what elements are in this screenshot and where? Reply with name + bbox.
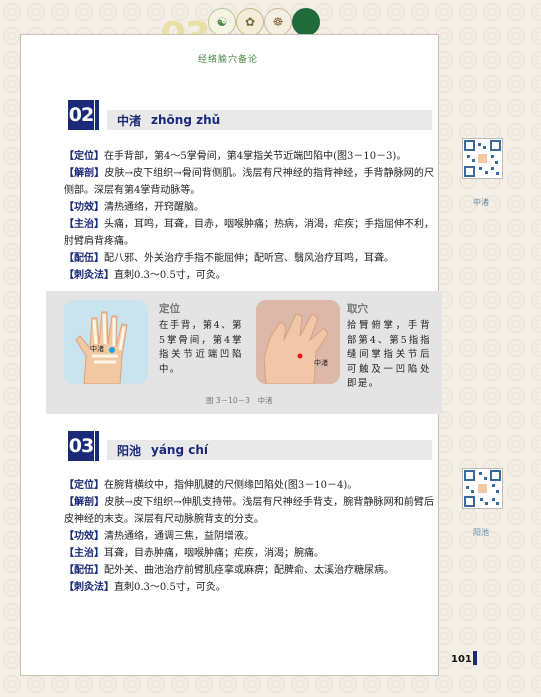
- entry-anatomy: 【解剖】皮肤→皮下组织→伸肌支持带。浅层有尺神经手背支，腕背静脉网和前臂后皮神经…: [64, 497, 434, 525]
- qr-code[interactable]: [462, 138, 503, 179]
- entry-effect: 【功效】清热通络，开窍醒脑。: [64, 202, 204, 213]
- acupoint-pinyin: zhōng zhǔ: [151, 113, 221, 127]
- point-marker-label: 中渚: [314, 359, 328, 367]
- hand-skeleton-illustration: 中渚: [64, 300, 148, 384]
- page-number-bar: [473, 651, 477, 665]
- herb-icon: ✿: [236, 8, 264, 36]
- qr-code[interactable]: [462, 468, 503, 509]
- hand-photo-illustration: 中渚: [256, 300, 340, 384]
- entry-location: 【定位】在腕背横纹中，指伸肌腱的尺侧缘凹陷处(图3－10－4)。: [64, 480, 358, 491]
- acupoint-name: 阳池: [117, 443, 142, 458]
- entry-combination: 【配伍】配外关、曲池治疗前臂肌痉挛或麻痹；配脾俞、太溪治疗糖尿病。: [64, 565, 394, 576]
- figure-panel: 中渚 定位 在手背，第4、第5掌骨间，第4掌指关节近端凹陷中。 中渚 取穴 拾臂…: [46, 291, 442, 414]
- header-title: 经络腧穴备论: [198, 55, 259, 65]
- acupoint-pinyin: yáng chí: [151, 443, 209, 457]
- entry-indications: 【主治】耳聋，目赤肿痛，咽喉肿痛；疟疾，消渴；腕痛。: [64, 548, 324, 559]
- take-text: 拾臂俯掌，手背部第4、第5指指缝间掌指关节后可触及一凹陷处即是。: [347, 320, 431, 389]
- page-number: 101: [451, 654, 472, 665]
- point-marker-label: 中渚: [90, 345, 104, 353]
- qr-caption: 阳池: [473, 528, 489, 537]
- qr-caption: 中渚: [473, 198, 489, 207]
- entry-indications: 【主治】头痛，耳鸣，耳聋，目赤，咽喉肿痛；热病，消渴，疟疾；手指屈伸不利，肘臂肩…: [64, 219, 434, 247]
- entry-needling: 【刺灸法】直刺0.3～0.5寸，可灸。: [64, 582, 226, 593]
- entry-anatomy: 【解剖】皮肤→皮下组织→骨间背侧肌。浅层有尺神经的指背神经，手背静脉网的尺侧部。…: [64, 168, 434, 196]
- section-heading-bar: 阳池 yáng chí: [107, 440, 432, 460]
- section-number: 03: [68, 431, 99, 461]
- locate-text: 在手背，第4、第5掌骨间，第4掌指关节近端凹陷中。: [159, 320, 243, 375]
- section-heading-bar: 中渚 zhōng zhǔ: [107, 110, 432, 130]
- seal-icon: [292, 8, 320, 36]
- entry-location: 【定位】在手背部，第4～5掌骨间，第4掌指关节近端凹陷中(图3－10－3)。: [64, 151, 407, 162]
- figure-caption: 图 3－10－3 中渚: [206, 396, 273, 405]
- acupoint-name: 中渚: [117, 113, 142, 128]
- locate-heading: 定位: [159, 303, 180, 315]
- meridian-icon: ☯: [208, 8, 236, 36]
- entry-combination: 【配伍】配八邪、外关治疗手指不能屈伸；配听宫、翳风治疗耳鸣，耳聋。: [64, 253, 394, 264]
- section-number: 02: [68, 100, 99, 130]
- figure-icon: ☸: [264, 8, 292, 36]
- entry-effect: 【功效】清热通络，通调三焦，益阴增液。: [64, 531, 254, 542]
- entry-needling: 【刺灸法】直刺0.3～0.5寸，可灸。: [64, 270, 226, 281]
- take-heading: 取穴: [347, 303, 368, 315]
